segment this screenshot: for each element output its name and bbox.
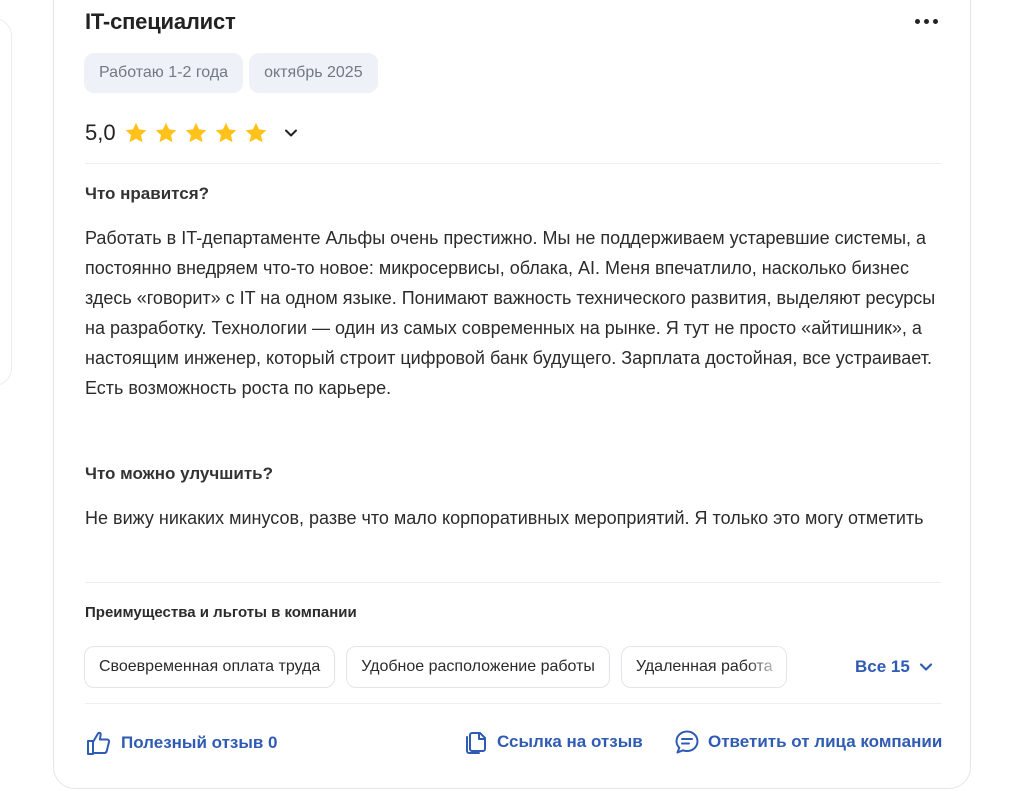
divider [85, 582, 941, 583]
all-benefits-button[interactable]: Все 15 [855, 657, 934, 677]
reply-button[interactable]: Ответить от лица компании [674, 729, 942, 755]
more-options-icon[interactable] [912, 8, 940, 34]
review-tags: Работаю 1-2 года октябрь 2025 [84, 53, 378, 93]
chat-bubble-icon [675, 730, 699, 754]
star-icon [244, 121, 268, 145]
adjacent-card [0, 18, 12, 386]
star-icon [214, 121, 238, 145]
rating-stars [124, 121, 268, 145]
rating-value: 5,0 [85, 120, 116, 145]
star-icon [124, 121, 148, 145]
copy-link-button[interactable]: Ссылка на отзыв [463, 729, 643, 755]
likes-title: Что нравится? [85, 184, 210, 203]
experience-tag: Работаю 1-2 года [84, 53, 244, 93]
helpful-button[interactable]: Полезный отзыв 0 [85, 729, 278, 757]
copy-icon [466, 732, 486, 754]
chevron-down-icon[interactable] [282, 124, 300, 142]
thumbs-up-icon [87, 731, 111, 755]
benefit-chip[interactable]: Удаленная работа [620, 646, 787, 688]
star-icon [184, 121, 208, 145]
helpful-label: Полезный отзыв 0 [121, 733, 278, 752]
improve-text: Не вижу никаких минусов, разве что мало … [85, 508, 924, 528]
rating: 5,0 [85, 120, 300, 146]
review-title: IT-специалист [85, 9, 236, 34]
date-tag: октябрь 2025 [249, 53, 378, 93]
star-icon [154, 121, 178, 145]
all-benefits-label: Все 15 [855, 657, 910, 676]
benefit-chip[interactable]: Своевременная оплата труда [84, 646, 336, 688]
copy-link-label: Ссылка на отзыв [497, 732, 643, 751]
improve-title: Что можно улучшить? [85, 464, 274, 483]
divider [85, 163, 941, 164]
reply-label: Ответить от лица компании [708, 732, 943, 751]
chevron-down-icon [919, 663, 932, 671]
benefits-title: Преимущества и льготы в компании [85, 604, 357, 621]
likes-text: Работать в IT-департаменте Альфы очень п… [85, 228, 936, 398]
benefit-chip[interactable]: Удобное расположение работы [346, 646, 610, 688]
benefit-chips: Своевременная оплата труда Удобное распо… [84, 646, 787, 688]
divider [85, 703, 941, 704]
